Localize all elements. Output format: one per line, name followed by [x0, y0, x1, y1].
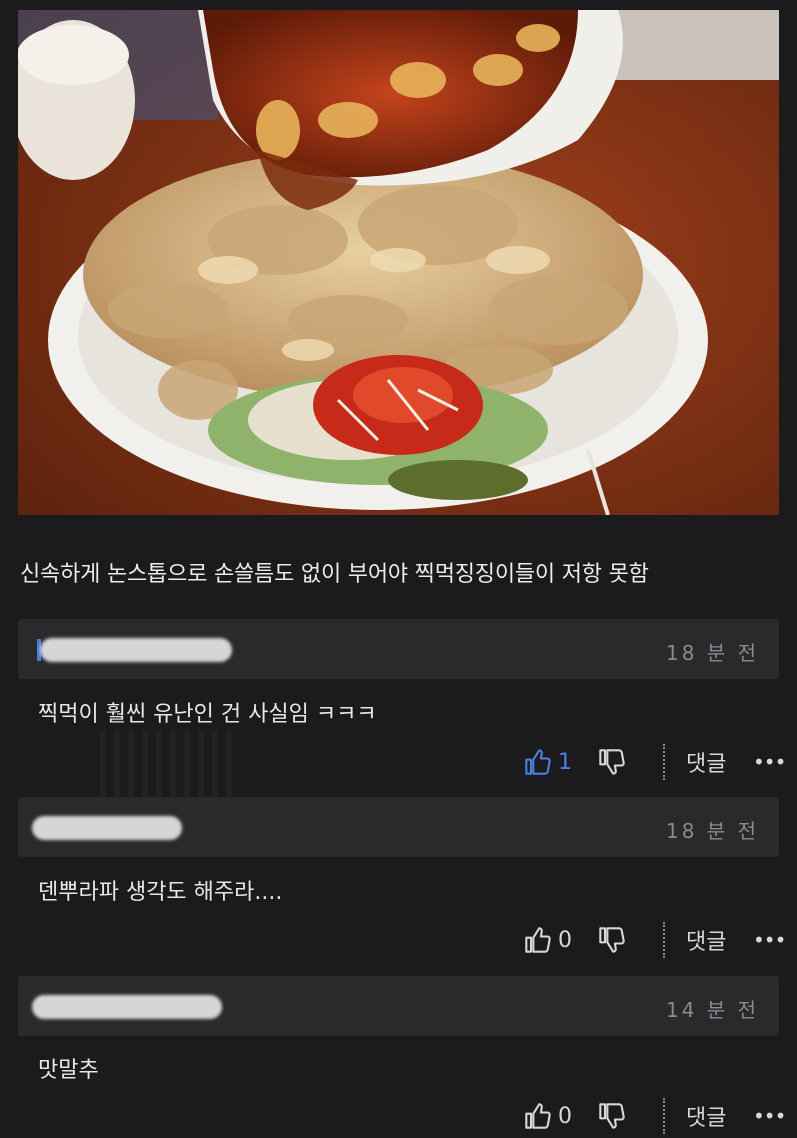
- like-button[interactable]: 1: [524, 740, 572, 784]
- comment-actions: 0 댓글 •••: [0, 918, 797, 962]
- post-caption: 신속하게 논스톱으로 손쓸틈도 없이 부어야 찍먹징징이들이 저항 못함: [20, 562, 649, 587]
- comment-text: 맛말추: [38, 1058, 99, 1083]
- thumbs-down-icon: [599, 1103, 625, 1129]
- comment-actions: 1 댓글 •••: [0, 740, 797, 784]
- like-button[interactable]: 0: [524, 918, 572, 962]
- like-count: 0: [558, 1103, 572, 1129]
- comment-time: 14 분 전: [666, 998, 759, 1022]
- comment-header: 18 분 전: [18, 619, 779, 679]
- comment-time: 18 분 전: [666, 641, 759, 665]
- comment-header: 14 분 전: [18, 976, 779, 1036]
- thumbs-down-icon: [599, 927, 625, 953]
- dislike-button[interactable]: [598, 740, 626, 784]
- more-dots-icon[interactable]: •••: [753, 918, 786, 962]
- action-separator: [663, 1098, 665, 1134]
- post-photo: [18, 10, 779, 515]
- action-separator: [663, 922, 665, 958]
- action-separator: [663, 744, 665, 780]
- comment-time: 18 분 전: [666, 819, 759, 843]
- author-name-redacted[interactable]: [32, 816, 182, 840]
- comment-text: 덴뿌라파 생각도 해주라....: [38, 880, 283, 905]
- dislike-button[interactable]: [598, 1094, 626, 1138]
- comment-actions: 0 댓글 •••: [0, 1094, 797, 1138]
- thumbs-up-icon: [525, 749, 551, 775]
- thumbs-up-icon: [525, 927, 551, 953]
- dislike-button[interactable]: [598, 918, 626, 962]
- like-button[interactable]: 0: [524, 1094, 572, 1138]
- reply-button[interactable]: 댓글: [686, 918, 726, 962]
- more-dots-icon[interactable]: •••: [753, 1094, 786, 1138]
- reply-button[interactable]: 댓글: [686, 740, 726, 784]
- comment-text: 찍먹이 훨씬 유난인 건 사실임 ㅋㅋㅋ: [38, 702, 377, 727]
- author-name-redacted[interactable]: [40, 638, 232, 662]
- thumbs-up-icon: [525, 1103, 551, 1129]
- comment-header: 18 분 전: [18, 797, 779, 857]
- food-image: [18, 10, 779, 515]
- author-name-redacted[interactable]: [32, 995, 222, 1019]
- thumbs-down-icon: [599, 749, 625, 775]
- like-count: 0: [558, 927, 572, 953]
- more-dots-icon[interactable]: •••: [753, 740, 786, 784]
- reply-button[interactable]: 댓글: [686, 1094, 726, 1138]
- like-count: 1: [558, 749, 572, 775]
